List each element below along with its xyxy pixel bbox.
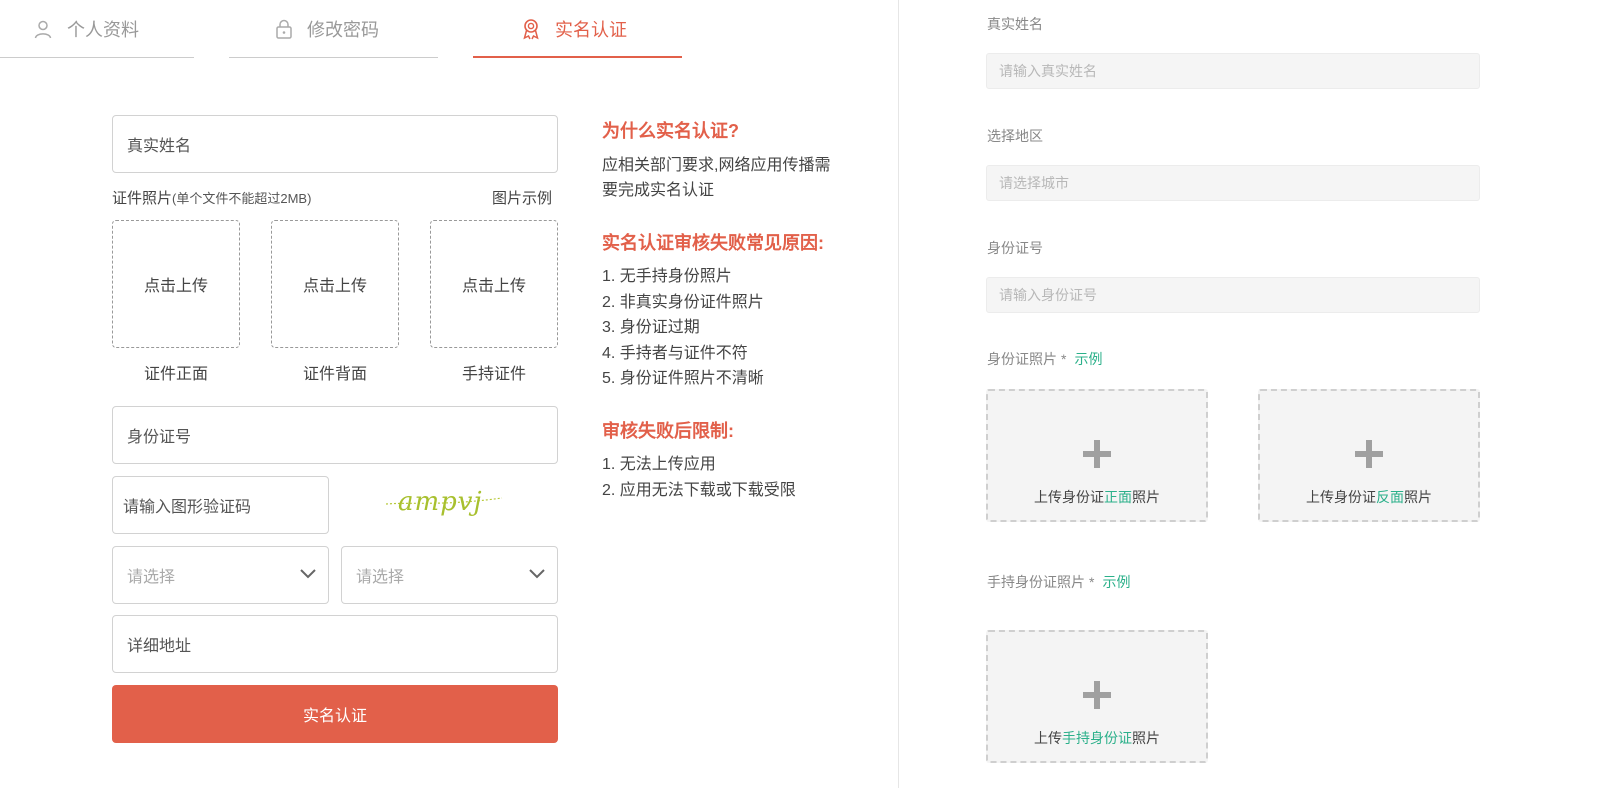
hand-photo-label: 手持身份证照片 * 示例 [987, 572, 1130, 592]
upload-caption-back: 反面 [1376, 489, 1404, 505]
captcha-image[interactable]: ampvj [384, 482, 504, 522]
fail-item: 5. 身份证件照片不清晰 [602, 370, 764, 387]
fail-item: 2. 非真实身份证件照片 [602, 294, 764, 311]
required-mark: * [1061, 351, 1067, 367]
tab-profile[interactable]: 个人资料 [0, 0, 194, 58]
photo-example-link[interactable]: 图片示例 [492, 187, 552, 208]
tab-profile-label: 个人资料 [67, 20, 139, 40]
tab-underline [0, 57, 194, 58]
upload-handheld-caption: 上传手持身份证照片 [988, 728, 1206, 748]
upload-handheld-id[interactable]: 上传手持身份证照片 [986, 630, 1208, 763]
upload-id-front[interactable]: 上传身份证正面照片 [986, 389, 1208, 522]
upload-caption-handheld: 手持身份证 [1062, 730, 1132, 746]
captcha-placeholder: 请输入图形验证码 [123, 499, 252, 516]
id-number-label: 身份证号 [987, 240, 1043, 256]
why-text-line: 应相关部门要求,网络应用传播需 [602, 157, 831, 174]
fail-item: 1. 无手持身份照片 [602, 268, 732, 285]
chevron-down-icon [529, 566, 545, 584]
real-name-label: 真实姓名 [987, 16, 1043, 32]
upload-caption-prefix: 上传 [1034, 730, 1062, 746]
upload-text: 点击上传 [143, 278, 208, 295]
hand-photo-example-link[interactable]: 示例 [1102, 574, 1130, 590]
city-select[interactable]: 请选择 [341, 546, 558, 604]
real-name-placeholder: 真实姓名 [127, 138, 192, 155]
user-icon [33, 19, 53, 39]
captcha-input[interactable]: 请输入图形验证码 [112, 476, 329, 534]
upload-front-caption: 证件正面 [143, 366, 208, 383]
upload-caption-suffix: 照片 [1404, 489, 1432, 505]
real-name-field-placeholder: 请输入真实姓名 [999, 63, 1097, 79]
province-select-placeholder: 请选择 [127, 569, 176, 586]
submit-button[interactable]: 实名认证 [112, 685, 558, 743]
fail-item: 4. 手持者与证件不符 [602, 345, 748, 362]
photo-label-text: 证件照片 [112, 190, 173, 207]
badge-icon [521, 18, 541, 40]
captcha-text: ampvj [398, 487, 483, 517]
why-text-line: 要完成实名认证 [602, 182, 715, 199]
upload-id-back-caption: 上传身份证反面照片 [1260, 487, 1478, 507]
region-select[interactable]: 请选择城市 [986, 165, 1480, 201]
tab-underline-active [473, 56, 682, 58]
upload-caption-prefix: 上传身份证 [1306, 489, 1376, 505]
real-name-input[interactable]: 真实姓名 [112, 115, 558, 173]
upload-caption-front: 正面 [1104, 489, 1132, 505]
upload-back-box[interactable]: 点击上传 [271, 220, 399, 348]
upload-text: 点击上传 [302, 278, 367, 295]
address-placeholder: 详细地址 [127, 638, 192, 655]
left-panel: 个人资料 修改密码 实名认证 真实姓名 证件照片(单个文件不能超过2MB) 图片… [0, 0, 900, 788]
id-photo-example-link[interactable]: 示例 [1074, 351, 1102, 367]
address-input[interactable]: 详细地址 [112, 615, 558, 673]
id-number-input[interactable]: 身份证号 [112, 406, 558, 464]
why-title: 为什么实名认证? [602, 121, 739, 141]
limit-item: 1. 无法上传应用 [602, 456, 716, 473]
id-photo-label-text: 身份证照片 [987, 351, 1057, 367]
upload-back-caption: 证件背面 [302, 366, 367, 383]
tab-real-name[interactable]: 实名认证 [473, 0, 682, 58]
tab-underline [229, 57, 438, 58]
province-select[interactable]: 请选择 [112, 546, 329, 604]
plus-icon [1082, 680, 1112, 715]
city-select-placeholder: 请选择 [356, 569, 405, 586]
upload-front-box[interactable]: 点击上传 [112, 220, 240, 348]
required-mark: * [1089, 574, 1095, 590]
photo-size-hint: (单个文件不能超过2MB) [172, 191, 312, 206]
hand-photo-label-text: 手持身份证照片 [987, 574, 1085, 590]
real-name-field[interactable]: 请输入真实姓名 [986, 53, 1480, 89]
limit-title: 审核失败后限制: [602, 421, 734, 441]
upload-id-front-caption: 上传身份证正面照片 [988, 487, 1206, 507]
id-photo-label: 身份证照片 * 示例 [987, 349, 1102, 369]
lock-icon [275, 19, 293, 39]
upload-id-back[interactable]: 上传身份证反面照片 [1258, 389, 1480, 522]
region-label: 选择地区 [987, 128, 1043, 144]
limit-item: 2. 应用无法下载或下载受限 [602, 482, 796, 499]
fail-title: 实名认证审核失败常见原因: [602, 233, 824, 253]
tab-change-password-label: 修改密码 [307, 20, 379, 40]
upload-handheld-box[interactable]: 点击上传 [430, 220, 558, 348]
upload-handheld-caption: 手持证件 [461, 366, 526, 383]
fail-item: 3. 身份证过期 [602, 319, 700, 336]
id-number-field-placeholder: 请输入身份证号 [999, 287, 1097, 303]
tab-change-password[interactable]: 修改密码 [229, 0, 438, 58]
plus-icon [1082, 439, 1112, 474]
tab-real-name-label: 实名认证 [555, 20, 627, 40]
id-number-field[interactable]: 请输入身份证号 [986, 277, 1480, 313]
plus-icon [1354, 439, 1384, 474]
panel-divider [898, 0, 899, 788]
upload-caption-suffix: 照片 [1132, 489, 1160, 505]
upload-text: 点击上传 [461, 278, 526, 295]
upload-caption-prefix: 上传身份证 [1034, 489, 1104, 505]
region-select-placeholder: 请选择城市 [999, 175, 1069, 191]
id-number-placeholder: 身份证号 [127, 429, 192, 446]
photo-label: 证件照片(单个文件不能超过2MB) [112, 187, 311, 208]
upload-caption-suffix: 照片 [1132, 730, 1160, 746]
chevron-down-icon [300, 566, 316, 584]
